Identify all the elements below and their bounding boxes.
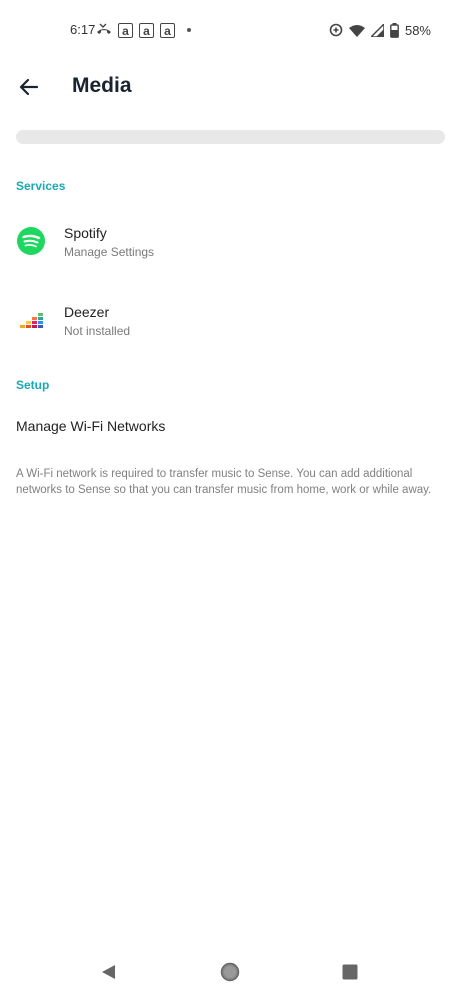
wifi-info-text: A Wi-Fi network is required to transfer …: [16, 468, 432, 496]
service-title: Spotify: [64, 225, 107, 241]
arrow-back-icon: [19, 78, 39, 96]
nav-recents-button[interactable]: [335, 957, 365, 987]
setup-header: Setup: [16, 378, 50, 392]
deezer-icon: [20, 313, 43, 328]
nav-back-button[interactable]: [94, 957, 124, 987]
manage-wifi-networks-item[interactable]: Manage Wi-Fi Networks: [0, 406, 461, 446]
nav-home-icon: [220, 962, 240, 982]
back-button[interactable]: [14, 72, 44, 102]
cell-signal-icon: [370, 23, 384, 37]
page-title: Media: [72, 74, 132, 97]
services-header: Services: [16, 179, 66, 193]
wifi-icon: [348, 24, 365, 37]
missed-call-icon: [97, 23, 111, 34]
notification-a-icon: a: [118, 22, 133, 38]
app-bar: Media: [0, 60, 461, 116]
battery-icon: [390, 22, 399, 38]
service-title: Deezer: [64, 304, 110, 320]
service-item-deezer[interactable]: Deezer Not installed: [0, 290, 461, 350]
system-nav-bar: [0, 945, 461, 999]
more-notifications-dot: [187, 28, 191, 32]
status-bar: 6:17 a a a 58%: [0, 0, 461, 60]
battery-percent: 58%: [404, 22, 431, 38]
nav-home-button[interactable]: [215, 957, 245, 987]
service-subtitle: Manage Settings: [64, 245, 155, 259]
service-item-spotify[interactable]: Spotify Manage Settings: [0, 211, 461, 271]
status-system-icons: 58%: [329, 20, 431, 40]
loading-placeholder-bar: [16, 130, 445, 144]
notification-a-icon: a: [160, 22, 175, 38]
nav-back-icon: [102, 965, 115, 979]
spotify-icon: [17, 227, 45, 255]
data-saver-icon: [329, 23, 343, 37]
notification-a-icon: a: [139, 22, 154, 38]
manage-wifi-label: Manage Wi-Fi Networks: [16, 418, 166, 434]
status-time: 6:17: [70, 22, 96, 37]
status-notifications: a a a: [96, 21, 191, 39]
nav-recents-icon: [342, 964, 358, 980]
service-subtitle: Not installed: [64, 324, 131, 338]
